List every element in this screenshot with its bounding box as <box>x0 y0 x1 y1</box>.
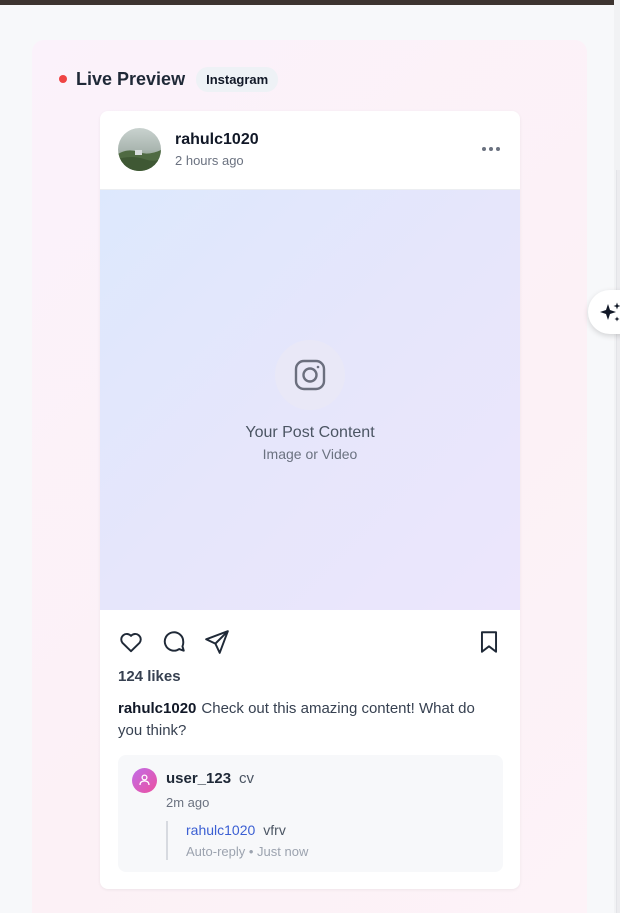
post-media-placeholder: Your Post Content Image or Video <box>100 190 520 610</box>
heart-icon[interactable] <box>118 629 144 660</box>
platform-badge: Instagram <box>196 66 279 92</box>
comment-reply: rahulc1020 vfrv Auto-reply • Just now <box>166 821 308 860</box>
user-avatar-icon <box>132 768 157 793</box>
media-subtitle: Image or Video <box>262 446 358 462</box>
instagram-icon <box>275 340 345 410</box>
side-panel-edge <box>616 170 620 913</box>
reply-text: vfrv <box>263 822 286 838</box>
live-indicator-dot <box>59 75 67 83</box>
post-caption: rahulc1020 Check out this amazing content… <box>118 698 503 742</box>
likes-count: 124 likes <box>118 668 181 685</box>
live-preview-header: Live Preview Instagram <box>59 66 279 92</box>
post-username[interactable]: rahulc1020 <box>175 131 259 149</box>
bookmark-icon[interactable] <box>476 629 502 660</box>
media-title: Your Post Content <box>245 424 375 441</box>
assistant-button[interactable] <box>588 290 620 334</box>
post-time: 2 hours ago <box>175 153 244 168</box>
send-icon[interactable] <box>204 629 230 660</box>
more-horizontal-icon[interactable] <box>482 147 500 151</box>
comment-icon[interactable] <box>161 629 187 660</box>
live-preview-title: Live Preview <box>76 68 186 89</box>
reply-username[interactable]: rahulc1020 <box>186 822 255 838</box>
comment-text: cv <box>239 770 254 787</box>
live-preview-card: Live Preview Instagram rahulc1020 2 hour… <box>32 40 587 913</box>
reply-meta: Auto-reply • Just now <box>186 844 309 859</box>
comment-username[interactable]: user_123 <box>166 770 231 787</box>
comments-section: user_123 cv 2m ago rahulc1020 vfrv Auto-r… <box>118 755 503 872</box>
window-top-bar <box>0 0 620 5</box>
avatar[interactable] <box>118 128 161 171</box>
post-header: rahulc1020 2 hours ago <box>100 111 520 190</box>
caption-username[interactable]: rahulc1020 <box>118 700 196 717</box>
comment-time: 2m ago <box>166 795 210 810</box>
instagram-post-preview: rahulc1020 2 hours ago Your Post Content… <box>100 111 520 889</box>
